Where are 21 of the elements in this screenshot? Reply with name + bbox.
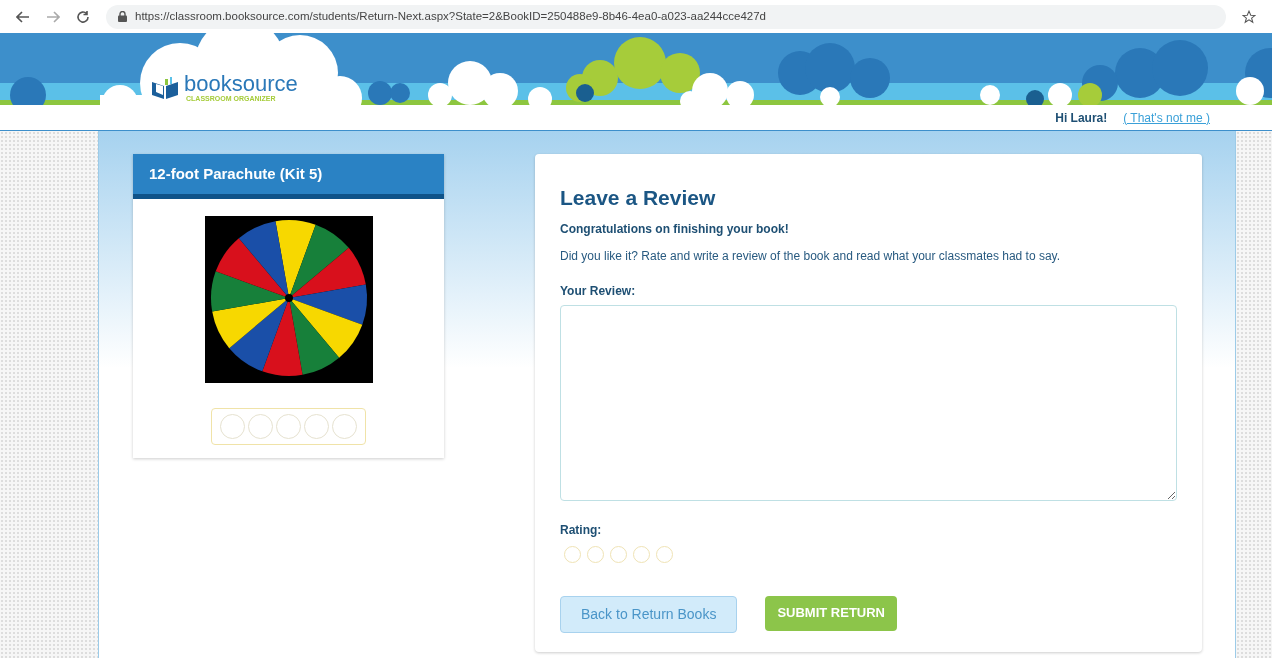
review-heading: Leave a Review: [560, 185, 717, 211]
forward-icon[interactable]: [46, 9, 60, 24]
logo-wordmark: booksource: [184, 73, 298, 95]
review-field-label: Your Review:: [560, 282, 637, 300]
back-icon[interactable]: [16, 9, 30, 24]
not-me-link[interactable]: ( That's not me ): [1123, 108, 1210, 127]
back-button[interactable]: Back to Return Books: [560, 595, 738, 633]
open-book-icon: [150, 75, 180, 100]
reload-icon[interactable]: [76, 9, 90, 24]
url-text: https://classroom.booksource.com/students/Return-Next.aspx?State=2&BookID=250488e9-8b46-4ea0-a023-aa244cce427d: [135, 8, 766, 24]
address-bar[interactable]: https://classroom.booksource.com/students/Return-Next.aspx?State=2&BookID=250488e9-8b46-4ea0-a023-aa244cce427d: [106, 4, 1226, 29]
bookmark-star-icon[interactable]: [1242, 9, 1256, 24]
greeting-text: Hi Laura!: [1055, 109, 1108, 127]
review-intro-text: Did you like it? Rate and write a review of the book and read what your classmates had to say.: [560, 247, 1062, 265]
congrats-text: Congratulations on finishing your book!: [560, 220, 790, 238]
book-title: 12-foot Parachute (Kit 5): [149, 163, 323, 184]
rating-label: Rating:: [560, 521, 603, 539]
lock-icon: [118, 11, 127, 22]
submit-button[interactable]: SUBMIT RETURN: [765, 595, 897, 631]
review-text-field[interactable]: [560, 304, 1177, 501]
star-rating[interactable]: [211, 408, 366, 445]
